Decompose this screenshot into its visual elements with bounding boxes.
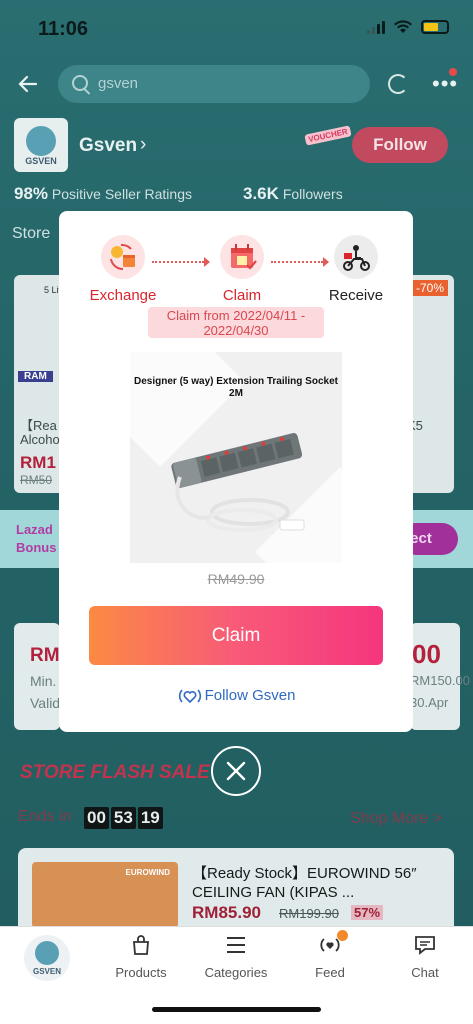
status-icons (367, 20, 449, 34)
product-image: EUROWIND (32, 862, 178, 928)
product-image: Designer (5 way) Extension Trailing Sock… (130, 352, 342, 563)
tab-store[interactable]: Store (12, 225, 50, 243)
original-price: RM49.90 (207, 571, 265, 587)
claim-button[interactable]: Claim (89, 606, 383, 665)
store-name[interactable]: Gsven (79, 135, 137, 157)
status-bar: 11:06 (0, 0, 473, 58)
heart-broadcast-icon (178, 689, 201, 704)
back-arrow-icon[interactable] (16, 72, 42, 98)
shop-more-link[interactable]: Shop More > (350, 810, 442, 828)
store-stats: 98% Positive Seller Ratings 3.6K Followe… (14, 184, 454, 208)
claim-voucher-modal: Exchange Claim Receive Claim from 2022/0… (59, 211, 413, 732)
claim-date-range: Claim from 2022/04/11 - 2022/04/30 (148, 307, 324, 338)
shopping-bag-icon (133, 935, 149, 955)
product-title: 【Ready Stock】EUROWIND 56″ CEILING FAN (K… (192, 865, 417, 901)
voucher-card[interactable]: RM Min. Valid (14, 623, 60, 730)
tab-categories[interactable]: Categories (196, 933, 276, 980)
top-nav: gsven ••• (0, 64, 473, 106)
search-icon (72, 75, 88, 91)
gift-calendar-icon (220, 235, 264, 279)
feed-notification-dot (337, 930, 348, 941)
followers-stat: 3.6K Followers (243, 184, 343, 203)
product-old-price: RM199.90 (279, 906, 339, 921)
discount-badge: -70% (412, 280, 449, 296)
countdown-timer: 00 53 19 (84, 807, 163, 829)
step-exchange: Exchange (81, 235, 165, 304)
tab-chat[interactable]: Chat (385, 933, 465, 980)
exchange-icon (101, 235, 145, 279)
ends-in-label: Ends in (18, 808, 72, 825)
battery-icon (421, 20, 449, 34)
store-home-tab[interactable]: GSVEN (24, 935, 70, 981)
rating-stat: 98% Positive Seller Ratings (14, 184, 192, 203)
extension-socket-image (171, 433, 305, 532)
step-claim: Claim (200, 235, 284, 304)
product-price: RM85.90 (192, 903, 261, 922)
store-header: GSVEN Gsven › VOUCHER Follow (0, 118, 473, 178)
close-modal-button[interactable] (211, 746, 261, 796)
chevron-right-icon[interactable]: › (140, 134, 146, 156)
voucher-card[interactable]: 00 RM150.00 30.Apr (410, 623, 470, 730)
follow-store-link[interactable]: Follow Gsven (59, 687, 413, 705)
chat-icon (415, 936, 435, 955)
list-icon (227, 937, 245, 953)
close-icon (226, 761, 246, 781)
status-time: 11:06 (38, 18, 89, 40)
home-indicator (152, 1007, 321, 1012)
search-input[interactable]: gsven (58, 65, 370, 103)
discount-percent: 57% (351, 905, 384, 920)
flash-sale-item[interactable]: EUROWIND 【Ready Stock】EUROWIND 56″ CEILI… (18, 848, 454, 928)
refresh-icon[interactable] (388, 74, 408, 94)
tab-products[interactable]: Products (101, 933, 181, 980)
cellular-signal-icon (367, 20, 385, 34)
store-logo[interactable]: GSVEN (14, 118, 68, 172)
delivery-scooter-icon (334, 235, 378, 279)
more-options-icon[interactable]: ••• (432, 73, 458, 95)
voucher-tag: VOUCHER (304, 125, 352, 146)
tab-feed[interactable]: Feed (290, 933, 370, 980)
step-connector (152, 257, 210, 267)
search-value: gsven (98, 75, 139, 92)
notification-dot (449, 68, 457, 76)
wifi-icon (394, 20, 412, 33)
flash-sale-title: STORE FLASH SALE (20, 762, 210, 783)
step-receive: Receive (314, 235, 398, 304)
follow-store-button[interactable]: Follow (352, 127, 448, 163)
